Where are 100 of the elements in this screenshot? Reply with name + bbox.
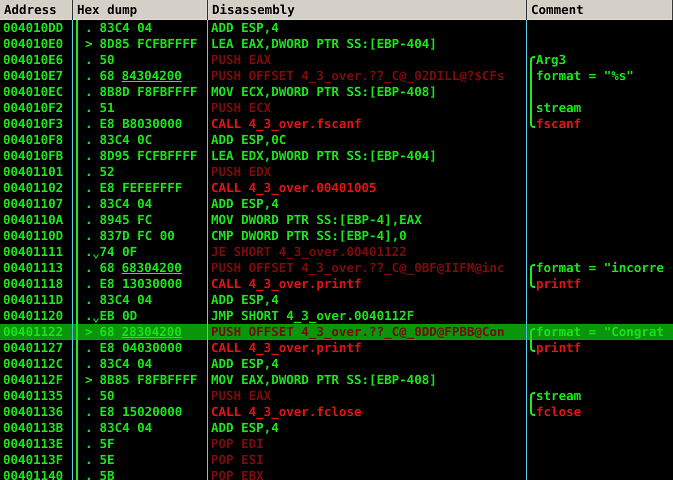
jump-marker: . (85, 340, 93, 356)
hex-bytes: 83C4 04 (98, 356, 152, 372)
address-text: 004010F8 (2, 132, 64, 148)
hex-bytes: 5B (98, 468, 115, 480)
address-text: 00401120 (2, 308, 64, 324)
jump-marker: . (85, 228, 93, 244)
instruction-text: PUSH OFFSET 4_3_over.??_C@_02DILL@?$CFs (210, 68, 504, 84)
address-text: 004010EC (2, 84, 64, 100)
jump-marker: . (85, 100, 93, 116)
address-text: 004010E6 (2, 52, 64, 68)
hex-fixup: 84304200 (122, 68, 182, 84)
address-text: 0040110A (2, 212, 64, 228)
hex-bytes: 83C4 04 (98, 420, 152, 436)
address-text: 004010E0 (2, 36, 64, 52)
jump-marker: . (85, 20, 93, 36)
jump-marker: . (85, 436, 93, 452)
hex-bytes: E8 B8030000 (98, 116, 182, 132)
instruction-text: PUSH OFFSET 4_3_over.??_C@_0DD@FPBB@Con (210, 324, 504, 340)
hex-bytes: E8 FEFEFFFF (98, 180, 182, 196)
comment-text: fscanf (535, 116, 582, 132)
jump-marker: . (85, 116, 93, 132)
comment-text: format = "Congrat (535, 324, 664, 340)
hex-bytes: 83C4 0C (98, 132, 152, 148)
address-text: 00401118 (2, 276, 64, 292)
jump-marker: . (85, 388, 93, 404)
hex-bytes: 51 (98, 100, 115, 116)
address-text: 00401102 (2, 180, 64, 196)
hex-bytes: 8945 FC (98, 212, 152, 228)
address-text: 0040112C (2, 356, 64, 372)
hex-bytes: 5F (98, 436, 115, 452)
instruction-text: ADD ESP,4 (210, 356, 279, 372)
address-text: 0040112F (2, 372, 64, 388)
address-text: 00401111 (2, 244, 64, 260)
hex-bytes: 52 (98, 164, 115, 180)
instruction-text: JE SHORT 4_3_over.00401122 (210, 244, 407, 260)
address-text: 00401127 (2, 340, 64, 356)
address-text: 0040111D (2, 292, 64, 308)
hex-bytes: 8D95 FCFBFFFF (98, 148, 198, 164)
comment-text: stream (535, 100, 582, 116)
jump-marker: . (85, 452, 93, 468)
hex-bytes: E8 04030000 (98, 340, 182, 356)
instruction-text: CALL 4_3_over.printf (210, 340, 362, 356)
address-text: 004010FB (2, 148, 64, 164)
jump-marker: . (85, 404, 93, 420)
instruction-text: POP ESI (210, 452, 264, 468)
instruction-text: CALL 4_3_over.fscanf (210, 116, 362, 132)
hex-fixup: 68304200 (122, 260, 182, 276)
instruction-text: ADD ESP,0C (210, 132, 286, 148)
comment-text: stream (535, 388, 582, 404)
address-text: 0040110D (2, 228, 64, 244)
hex-bytes: 83C4 04 (98, 196, 152, 212)
jump-marker: . (85, 180, 93, 196)
comment-text: printf (535, 340, 582, 356)
instruction-text: PUSH ECX (210, 100, 272, 116)
hex-bytes: E8 15020000 (98, 404, 182, 420)
jump-marker: . (85, 420, 93, 436)
address-text: 0040113F (2, 452, 64, 468)
instruction-text: MOV EAX,DWORD PTR SS:[EBP-408] (210, 372, 437, 388)
instruction-text: POP EBX (210, 468, 264, 480)
instruction-text: PUSH OFFSET 4_3_over.??_C@_0BF@IIFM@inc (210, 260, 504, 276)
comment-text: fclose (535, 404, 582, 420)
address-text: 00401107 (2, 196, 64, 212)
address-text: 004010F2 (2, 100, 64, 116)
jump-marker: . (85, 276, 93, 292)
instruction-text: JMP SHORT 4_3_over.0040112F (210, 308, 414, 324)
jump-marker: . (85, 196, 93, 212)
hex-bytes: E8 13030000 (98, 276, 182, 292)
hex-bytes: 83C4 04 (98, 20, 152, 36)
address-text: 00401101 (2, 164, 64, 180)
jump-marker: . (85, 212, 93, 228)
jump-marker: . (85, 84, 93, 100)
instruction-text: PUSH EAX (210, 52, 272, 68)
jump-marker: . (85, 68, 93, 84)
hex-bytes: EB 0D (98, 308, 138, 324)
jump-marker: . (85, 260, 93, 276)
jump-marker: . (85, 292, 93, 308)
instruction-text: PUSH EAX (210, 388, 272, 404)
hex-bytes: 74 0F (98, 244, 138, 260)
comment-text: format = "incorre (535, 260, 664, 276)
hex-bytes: 68 (98, 68, 115, 84)
jump-marker: > (85, 372, 93, 388)
jump-marker: . (85, 132, 93, 148)
jump-marker: . (85, 356, 93, 372)
address-text: 004010DD (2, 20, 64, 36)
jump-marker: . (85, 52, 93, 68)
hex-bytes: 50 (98, 52, 115, 68)
hex-bytes: 50 (98, 388, 115, 404)
comment-text: Arg3 (535, 52, 566, 68)
address-text: 004010E7 (2, 68, 64, 84)
instruction-text: PUSH EDX (210, 164, 272, 180)
jump-marker: . (85, 244, 93, 260)
instruction-text: ADD ESP,4 (210, 20, 279, 36)
hex-bytes: 5E (98, 452, 115, 468)
hex-bytes: 83C4 04 (98, 292, 152, 308)
instruction-text: POP EDI (210, 436, 264, 452)
address-text: 00401140 (2, 468, 64, 480)
instruction-text: LEA EAX,DWORD PTR SS:[EBP-404] (210, 36, 437, 52)
address-text: 00401135 (2, 388, 64, 404)
address-text: 00401136 (2, 404, 64, 420)
hex-bytes: 8D85 FCFBFFFF (98, 36, 198, 52)
